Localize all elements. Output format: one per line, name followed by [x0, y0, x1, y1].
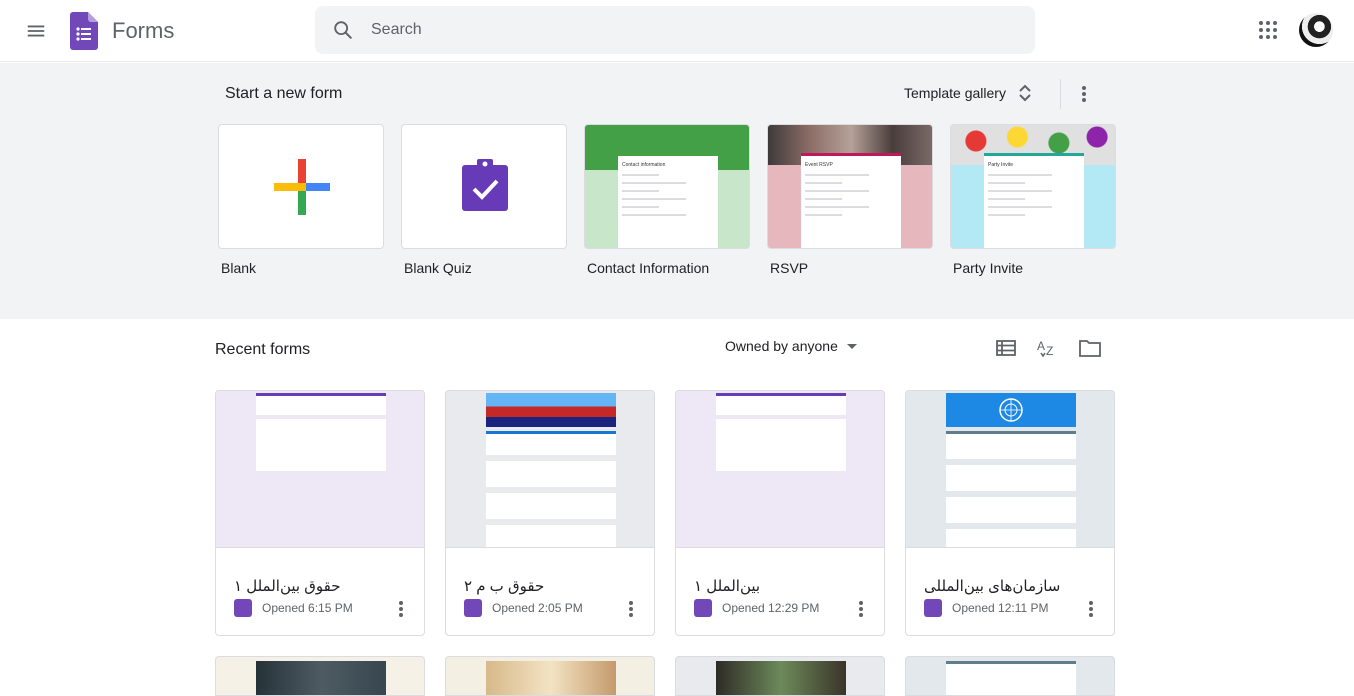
template-thumbnail[interactable]: Party Invite — [950, 124, 1116, 249]
template-gallery-label: Template gallery — [904, 85, 1006, 101]
form-title: حقوق ب م ۲ — [464, 578, 545, 595]
list-view-icon — [996, 340, 1016, 356]
recent-forms-title: Recent forms — [215, 341, 311, 358]
card-more-button[interactable] — [1083, 598, 1099, 620]
more-vert-icon — [859, 601, 863, 617]
account-avatar[interactable] — [1299, 13, 1333, 47]
template-rsvp[interactable]: Event RSVP RSVP — [767, 124, 933, 276]
more-vert-icon — [1089, 601, 1093, 617]
more-vert-icon — [399, 601, 403, 617]
recent-form-card[interactable]: بین‌الملل ۱ Opened 12:29 PM — [675, 390, 885, 636]
form-preview — [256, 661, 386, 695]
owner-filter-dropdown[interactable]: Owned by anyone — [725, 338, 860, 354]
template-thumbnail[interactable]: Contact information — [584, 124, 750, 249]
sort-az-icon: AZ — [1037, 339, 1053, 358]
mini-form-preview: Contact information — [618, 153, 718, 248]
forms-file-icon — [464, 599, 482, 617]
mini-form-title: Party Invite — [988, 162, 1014, 168]
app-header: Forms — [0, 0, 1354, 62]
recent-form-card[interactable]: حقوق بین‌الملل ۱ Opened 6:15 PM — [215, 390, 425, 636]
recent-form-card[interactable]: سازمان‌های بین‌المللی Opened 12:11 PM — [905, 390, 1115, 636]
template-label: Blank — [221, 260, 257, 276]
search-bar[interactable] — [315, 6, 1035, 54]
forms-logo-icon[interactable] — [70, 12, 98, 50]
form-meta: Opened 12:29 PM — [694, 599, 819, 617]
card-more-button[interactable] — [853, 598, 869, 620]
google-apps-button[interactable] — [1254, 16, 1282, 44]
form-preview — [946, 661, 1076, 695]
form-preview — [906, 391, 1114, 548]
template-gallery-button[interactable]: Template gallery — [904, 83, 1032, 103]
main-menu-button[interactable] — [20, 15, 52, 47]
form-preview — [676, 391, 884, 548]
template-more-button[interactable] — [1074, 82, 1094, 106]
unfold-icon — [1019, 84, 1031, 102]
recent-form-card[interactable] — [905, 656, 1115, 696]
form-meta: Opened 2:05 PM — [464, 599, 583, 617]
card-more-button[interactable] — [393, 598, 409, 620]
form-preview — [446, 391, 654, 548]
opened-time: Opened 12:11 PM — [952, 601, 1049, 615]
start-section-title: Start a new form — [225, 85, 343, 102]
card-more-button[interactable] — [623, 598, 639, 620]
mini-form-title: Event RSVP — [805, 162, 833, 168]
template-thumbnail[interactable]: Event RSVP — [767, 124, 933, 249]
form-title: سازمان‌های بین‌المللی — [924, 578, 1061, 595]
form-title: بین‌الملل ۱ — [694, 578, 761, 595]
search-input[interactable] — [371, 21, 1035, 39]
recent-form-card[interactable] — [215, 656, 425, 696]
dropdown-arrow-icon — [846, 344, 857, 349]
more-vert-icon — [629, 601, 633, 617]
apps-icon — [1259, 21, 1277, 39]
forms-file-icon — [234, 599, 252, 617]
template-label: RSVP — [770, 260, 809, 276]
mini-form-preview: Event RSVP — [801, 153, 901, 248]
template-label: Contact Information — [587, 260, 710, 276]
template-label: Blank Quiz — [404, 260, 472, 276]
form-meta: Opened 12:11 PM — [924, 599, 1049, 617]
header-image — [946, 393, 1076, 427]
opened-time: Opened 6:15 PM — [262, 601, 353, 615]
form-preview — [716, 661, 846, 695]
svg-text:A: A — [1037, 339, 1045, 353]
recent-form-card[interactable] — [675, 656, 885, 696]
form-preview — [486, 661, 616, 695]
template-blank-quiz[interactable]: Blank Quiz — [401, 124, 567, 276]
template-blank[interactable]: Blank — [218, 124, 384, 276]
open-file-picker-button[interactable] — [1078, 336, 1102, 360]
opened-time: Opened 12:29 PM — [722, 601, 820, 615]
form-title: حقوق بین‌الملل ۱ — [234, 578, 341, 595]
quiz-clipboard-icon — [462, 159, 508, 211]
menu-icon — [27, 25, 45, 37]
mini-form-title: Contact information — [622, 162, 666, 168]
more-vert-icon — [1082, 86, 1086, 102]
forms-file-icon — [924, 599, 942, 617]
folder-icon — [1079, 340, 1101, 357]
plus-icon — [274, 159, 330, 215]
start-new-form-section: Start a new form Template gallery Blank — [0, 63, 1354, 319]
search-icon[interactable] — [331, 18, 355, 42]
template-thumbnail[interactable] — [218, 124, 384, 249]
mini-form-preview: Party Invite — [984, 153, 1084, 248]
template-contact-information[interactable]: Contact information Contact Information — [584, 124, 750, 276]
form-meta: Opened 6:15 PM — [234, 599, 353, 617]
recent-form-card[interactable]: حقوق ب م ۲ Opened 2:05 PM — [445, 390, 655, 636]
template-label: Party Invite — [953, 260, 1024, 276]
opened-time: Opened 2:05 PM — [492, 601, 583, 615]
form-preview — [216, 391, 424, 548]
sort-button[interactable]: AZ — [1036, 336, 1060, 360]
app-title[interactable]: Forms — [112, 18, 174, 44]
recent-form-card[interactable] — [445, 656, 655, 696]
forms-file-icon — [694, 599, 712, 617]
template-thumbnail[interactable] — [401, 124, 567, 249]
header-image — [486, 393, 616, 427]
owner-filter-label: Owned by anyone — [725, 338, 838, 354]
template-party-invite[interactable]: Party Invite Party Invite — [950, 124, 1116, 276]
un-emblem-icon — [999, 398, 1023, 422]
svg-text:Z: Z — [1046, 344, 1053, 358]
list-view-button[interactable] — [994, 336, 1018, 360]
divider — [1060, 79, 1061, 109]
